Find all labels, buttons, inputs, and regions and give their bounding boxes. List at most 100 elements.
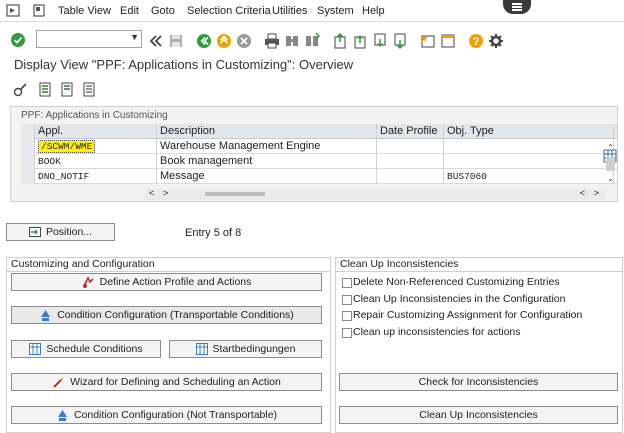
svg-text:?: ? bbox=[473, 36, 480, 48]
exit-session-icon[interactable] bbox=[6, 4, 20, 17]
horizontal-scrollbar[interactable]: < > < > bbox=[145, 188, 605, 200]
condition-config-transportable-label: Condition Configuration (Transportable C… bbox=[57, 309, 294, 321]
customize-icon[interactable] bbox=[488, 33, 504, 49]
condition-config-not-transportable-button[interactable]: Condition Configuration (Not Transportab… bbox=[11, 406, 322, 424]
action-profile-icon bbox=[82, 275, 94, 288]
row-selector[interactable] bbox=[21, 169, 35, 184]
schedule-conditions-button[interactable]: Schedule Conditions bbox=[11, 340, 161, 358]
column-header-date-profile[interactable]: Date Profile bbox=[377, 124, 444, 139]
back-green-icon[interactable] bbox=[196, 33, 212, 49]
horizontal-scroll-thumb[interactable] bbox=[205, 192, 265, 196]
column-header-obj-type[interactable]: Obj. Type bbox=[444, 124, 614, 139]
menu-help[interactable]: Help bbox=[362, 5, 385, 17]
repair-assignment-label: Repair Customizing Assignment for Config… bbox=[353, 309, 583, 321]
table-row[interactable]: BOOK Book management bbox=[21, 154, 617, 169]
deselect-all-icon[interactable] bbox=[82, 82, 98, 98]
cleanup-actions-checkbox[interactable] bbox=[342, 328, 352, 338]
scroll-up-icon[interactable]: ⌃ bbox=[607, 143, 614, 152]
condition-icon bbox=[41, 309, 51, 321]
command-field[interactable]: ▼ bbox=[36, 30, 142, 48]
find-icon[interactable] bbox=[284, 33, 300, 49]
enter-icon[interactable] bbox=[10, 32, 26, 48]
table-header: Appl. Description Date Profile Obj. Type bbox=[21, 124, 617, 139]
cell-obj-type bbox=[444, 139, 614, 154]
cell-date-profile bbox=[377, 139, 444, 154]
row-selector-header[interactable] bbox=[21, 124, 35, 139]
table-title: PPF: Applications in Customizing bbox=[21, 110, 168, 121]
scroll-left-end-icon[interactable]: < bbox=[580, 188, 585, 198]
customizing-group-title: Customizing and Configuration bbox=[7, 258, 330, 272]
condition-config-transportable-button[interactable]: Condition Configuration (Transportable C… bbox=[11, 306, 322, 324]
cleanup-configuration-checkbox[interactable] bbox=[342, 295, 352, 305]
help-icon[interactable]: ? bbox=[468, 33, 484, 49]
row-selector[interactable] bbox=[21, 139, 35, 154]
table-row[interactable]: DNO_NOTIF Message BUS7060 bbox=[21, 169, 617, 184]
column-header-description[interactable]: Description bbox=[157, 124, 377, 139]
applications-table: Appl. Description Date Profile Obj. Type… bbox=[21, 124, 617, 184]
menu-goto[interactable]: Goto bbox=[151, 5, 175, 17]
position-button[interactable]: Position... bbox=[6, 223, 115, 241]
last-page-icon[interactable] bbox=[392, 33, 408, 49]
scroll-right-end-icon[interactable]: > bbox=[594, 188, 599, 198]
condition-icon bbox=[57, 409, 67, 421]
hamburger-menu-icon[interactable] bbox=[503, 0, 531, 14]
next-page-icon[interactable] bbox=[372, 33, 388, 49]
sap-menu-icon[interactable] bbox=[32, 4, 46, 17]
cell-appl[interactable]: BOOK bbox=[35, 154, 157, 169]
wizard-wand-icon bbox=[53, 376, 65, 388]
scroll-down-icon[interactable]: ⌄ bbox=[607, 174, 614, 183]
define-action-profile-button[interactable]: Define Action Profile and Actions bbox=[11, 273, 322, 291]
define-action-profile-label: Define Action Profile and Actions bbox=[99, 276, 252, 288]
cell-appl[interactable]: DNO_NOTIF bbox=[35, 169, 157, 184]
column-header-appl[interactable]: Appl. bbox=[35, 124, 157, 139]
repair-assignment-checkbox[interactable] bbox=[342, 311, 352, 321]
scroll-left-icon[interactable]: < bbox=[149, 188, 154, 198]
print-icon[interactable] bbox=[264, 33, 280, 49]
cell-obj-type bbox=[444, 154, 614, 169]
cleanup-actions-label: Clean up inconsistencies for actions bbox=[353, 326, 521, 338]
find-next-icon[interactable] bbox=[304, 33, 320, 49]
cell-obj-type: BUS7060 bbox=[444, 169, 614, 184]
menu-utilities[interactable]: Utilities bbox=[272, 5, 307, 17]
menu-edit[interactable]: Edit bbox=[120, 5, 139, 17]
first-page-icon[interactable] bbox=[332, 33, 348, 49]
cell-description: Book management bbox=[157, 154, 377, 169]
cleanup-configuration-label: Clean Up Inconsistencies in the Configur… bbox=[353, 293, 566, 305]
back-icon[interactable] bbox=[148, 33, 164, 49]
menu-system[interactable]: System bbox=[317, 5, 354, 17]
schedule-conditions-label: Schedule Conditions bbox=[46, 343, 143, 355]
select-block-icon[interactable] bbox=[60, 82, 76, 98]
start-conditions-label: Startbedingungen bbox=[212, 343, 296, 355]
wizard-label: Wizard for Defining and Scheduling an Ac… bbox=[70, 376, 281, 388]
exit-icon[interactable] bbox=[216, 33, 232, 49]
wizard-button[interactable]: Wizard for Defining and Scheduling an Ac… bbox=[11, 373, 322, 391]
page-title: Display View "PPF: Applications in Custo… bbox=[14, 57, 354, 72]
start-conditions-button[interactable]: Startbedingungen bbox=[169, 340, 322, 358]
cleanup-group-title: Clean Up Inconsistencies bbox=[336, 258, 622, 272]
menu-selection-criteria[interactable]: Selection Criteria bbox=[187, 5, 271, 17]
scroll-right-icon[interactable]: > bbox=[163, 188, 168, 198]
delete-non-referenced-checkbox[interactable] bbox=[342, 278, 352, 288]
row-selector[interactable] bbox=[21, 154, 35, 169]
delete-non-referenced-label: Delete Non-Referenced Customizing Entrie… bbox=[353, 276, 560, 288]
create-session-icon[interactable] bbox=[420, 33, 436, 49]
position-icon bbox=[28, 227, 41, 237]
chevron-down-icon[interactable]: ▼ bbox=[130, 32, 139, 42]
condition-config-not-transportable-label: Condition Configuration (Not Transportab… bbox=[73, 409, 278, 421]
shortcut-icon[interactable] bbox=[440, 33, 456, 49]
cleanup-inconsistencies-label: Clean Up Inconsistencies bbox=[419, 409, 538, 421]
check-inconsistencies-label: Check for Inconsistencies bbox=[418, 376, 539, 388]
previous-page-icon[interactable] bbox=[352, 33, 368, 49]
save-icon[interactable] bbox=[168, 33, 184, 49]
display-change-icon[interactable] bbox=[12, 82, 28, 98]
cancel-icon[interactable] bbox=[236, 33, 252, 49]
cell-appl[interactable]: /SCWM/WME bbox=[35, 139, 157, 154]
position-button-label: Position... bbox=[45, 226, 93, 238]
select-all-icon[interactable] bbox=[38, 82, 54, 98]
table-row[interactable]: /SCWM/WME Warehouse Management Engine bbox=[21, 139, 617, 154]
check-inconsistencies-button[interactable]: Check for Inconsistencies bbox=[339, 373, 618, 391]
cell-date-profile bbox=[377, 154, 444, 169]
cleanup-inconsistencies-button[interactable]: Clean Up Inconsistencies bbox=[339, 406, 618, 424]
vertical-scroll-thumb[interactable] bbox=[606, 157, 615, 171]
menu-table-view[interactable]: Table View bbox=[58, 5, 111, 17]
